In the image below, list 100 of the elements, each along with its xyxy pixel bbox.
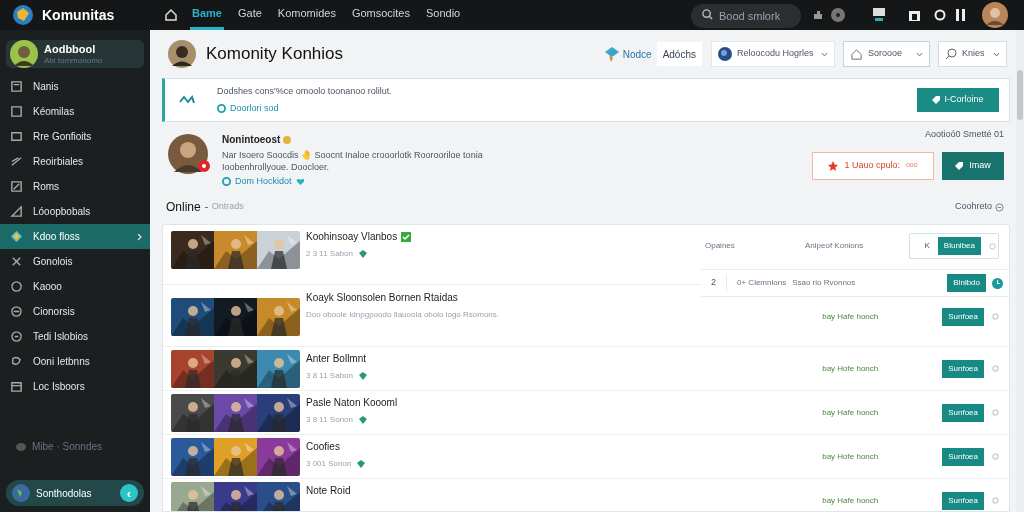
minus-circle-icon	[995, 202, 1004, 212]
row-status: bay Hofe honch	[822, 450, 880, 463]
sidebar-item[interactable]: Rre Gonfioits	[6, 124, 144, 149]
row-description: Doo oboole Idnpgpoodo Ilauoola oboio iogo Rsomons.	[306, 309, 501, 320]
sidebar-item[interactable]: Kéomilas	[6, 99, 144, 124]
row-button[interactable]: Sunfoea	[942, 307, 984, 326]
sidebar-item[interactable]: Cionorsis	[6, 299, 144, 324]
dropdown[interactable]: Knies	[938, 41, 1007, 67]
row-title: Pasle Naton Koooml	[306, 396, 398, 410]
menu-item-icon	[10, 330, 23, 343]
row-button[interactable]: Sunfoea	[942, 491, 984, 510]
pill-label: Sonthodolas	[36, 486, 93, 501]
menu-item-icon	[10, 155, 23, 168]
nav-tab[interactable]: Bame	[190, 0, 224, 30]
profile-link[interactable]: Dom Hockidot	[235, 175, 292, 189]
row-title: Koayk Sloonsolen Bornen Rtaidas	[306, 291, 458, 305]
nav-tab[interactable]: Komomides	[275, 0, 338, 30]
profile-meta: Aootioó0 Smetté 01	[924, 128, 1004, 141]
banner-text: Dodshes cons'%ce omoolo toonanoo rolilut.	[217, 84, 392, 98]
section-title: Online	[166, 199, 201, 216]
menu-item-icon	[10, 130, 23, 143]
menu-item-icon	[10, 80, 23, 93]
badge-icon	[359, 416, 367, 424]
sidebar-item[interactable]: Ooni Ietbnns	[6, 349, 144, 374]
row-title: Koohinsoay Vlanbos	[306, 230, 398, 244]
menu-item-icon	[10, 305, 23, 318]
row-subtitle: 3 8 11 Sabon	[306, 370, 353, 382]
column-label: Anipeof Konions	[805, 240, 865, 252]
column-label: Opaines	[705, 240, 736, 252]
pause-icon[interactable]	[956, 9, 966, 21]
row-title: Note Roid	[306, 484, 351, 498]
chevron-down-icon	[916, 51, 923, 57]
user-subtitle: Abl tommonomo	[44, 56, 103, 65]
tag-icon	[932, 96, 941, 104]
popup-text: Ssao rio Rvonnos	[792, 277, 856, 289]
row-button[interactable]: Sunfoea	[942, 359, 984, 378]
dropdown[interactable]: Reloocodu Hogrles	[711, 41, 835, 67]
menu-item-icon	[10, 280, 23, 293]
popup-text: 0+ Clemnlons	[737, 277, 787, 289]
menu-item-icon	[10, 105, 23, 118]
banner-button[interactable]: I-Corloine	[917, 88, 999, 112]
search-field[interactable]: Bood smlork	[691, 4, 801, 28]
menu-item-icon	[10, 355, 23, 368]
tag-icon	[955, 161, 964, 170]
sidebar-item[interactable]: Nanis	[6, 74, 144, 99]
user-name: Aodbbool	[44, 43, 97, 55]
header-button[interactable]: Adóchs	[655, 41, 703, 67]
sidebar-item[interactable]: Roms	[6, 174, 144, 199]
row-status: bay Hafe honch	[822, 494, 880, 507]
app-name: Komunitas	[42, 5, 115, 25]
bottom-pill[interactable]: Sonthodolas ‹	[6, 480, 144, 506]
disc-icon[interactable]	[831, 8, 845, 22]
search-icon	[702, 9, 713, 20]
chevron-down-icon	[993, 51, 1000, 57]
box-letter: K	[924, 240, 930, 252]
tree-icon	[603, 46, 620, 62]
sidebar-footer-label: Mibe · Sonndes	[32, 440, 103, 454]
sidebar-item[interactable]: Reoirbiales	[6, 149, 144, 174]
row-subtitle: 3 001 Sonon	[306, 458, 352, 470]
sidebar-item[interactable]: Tedi Islobios	[6, 324, 144, 349]
sidebar-item[interactable]: Gonolois	[6, 249, 144, 274]
scrollbar[interactable]	[1016, 30, 1024, 512]
search-icon	[945, 48, 957, 60]
menu-item-icon	[10, 205, 23, 218]
home-icon[interactable]	[164, 8, 178, 22]
primary-button[interactable]: Imaw	[942, 151, 1004, 180]
sidebar-item[interactable]: Kdoo floss	[0, 224, 150, 249]
nav-tab[interactable]: Sondio	[424, 0, 463, 30]
star-icon	[828, 160, 839, 171]
row-subtitle: 3 8 11 Sonon	[306, 414, 353, 426]
user-card[interactable]: Aodbbool Abl tommonomo	[6, 40, 144, 68]
row-subtitle: 2 3 11 Sabon	[306, 248, 353, 260]
row-button[interactable]: Sunfoea	[942, 403, 984, 422]
nav-tab[interactable]: Gomsocites	[349, 0, 412, 30]
section-subtitle: Ontrads	[211, 200, 244, 214]
menu-item-icon	[10, 380, 23, 393]
sidebar-item[interactable]: Lóoopbobals	[6, 199, 144, 224]
avatar	[10, 40, 38, 68]
sidebar-item[interactable]: Loc Isboors	[6, 374, 144, 399]
heart-icon	[295, 177, 305, 187]
page-title: Komonity Konhios	[206, 43, 344, 66]
row-button[interactable]: Blunlbea	[937, 237, 981, 255]
nav-tab[interactable]: Gate	[235, 0, 264, 30]
row-button[interactable]: Sunfoea	[942, 447, 984, 466]
avatar	[168, 40, 196, 68]
sidebar-item[interactable]: Kaooo	[6, 274, 144, 299]
avatar[interactable]	[982, 2, 1008, 28]
dropdown[interactable]: Soroooe	[843, 41, 930, 67]
row-status: bay Hafe honch	[822, 310, 880, 323]
badge-icon	[357, 460, 366, 468]
popup-number: 2	[711, 276, 716, 290]
menu-item-icon	[10, 255, 23, 268]
section-right-label: Coohreto	[954, 200, 992, 214]
brand-label: Nodce	[622, 47, 652, 62]
row-button[interactable]: Blnlbdo	[947, 274, 986, 292]
avatar	[168, 134, 208, 174]
banner-link[interactable]: Doorlori sod	[230, 102, 279, 116]
row-title: Coofies	[306, 440, 340, 454]
logo-icon	[12, 4, 34, 26]
row-status: bay Hofe honch	[822, 362, 880, 375]
